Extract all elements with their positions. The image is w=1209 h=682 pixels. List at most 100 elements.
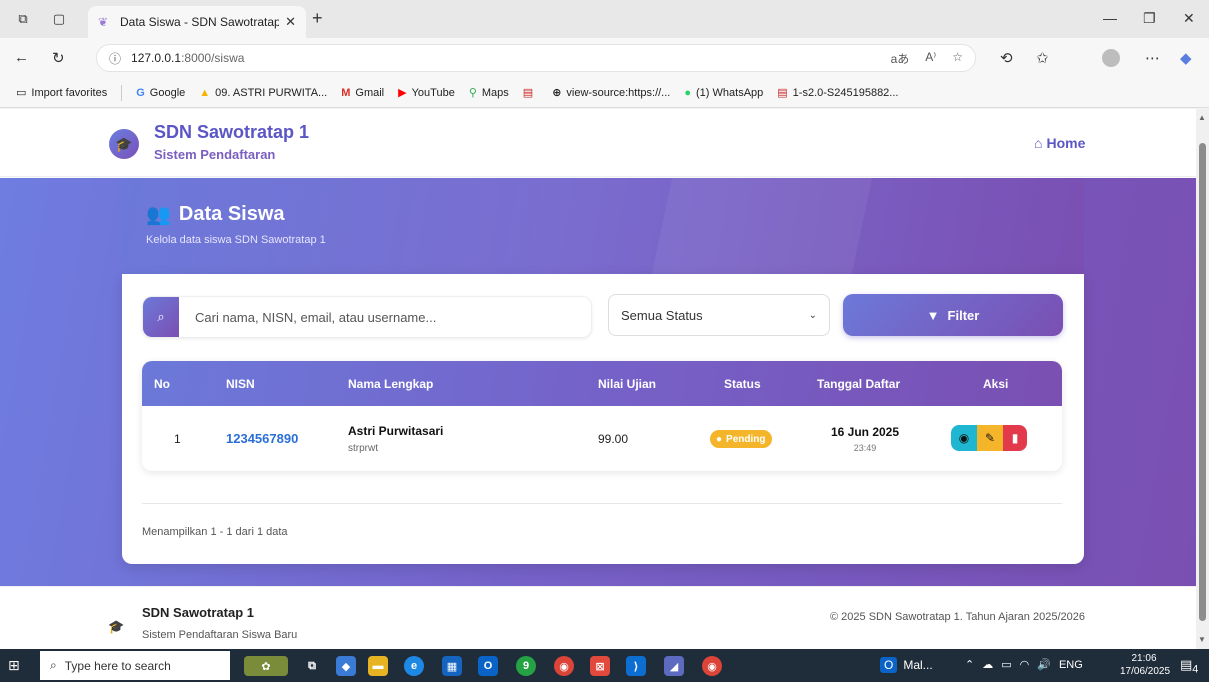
taskbar-search[interactable]: ⌕ Type here to search [40, 651, 230, 680]
site-favicon-icon: ❦ [98, 15, 109, 29]
chrome-icon[interactable]: ◉ [554, 656, 574, 676]
brand-name[interactable]: SDN Sawotratap 1 [154, 122, 309, 143]
more-menu-icon[interactable]: ⋯ [1145, 49, 1160, 67]
site-footer: 🎓 SDN Sawotratap 1 Sistem Pendaftaran Si… [0, 586, 1196, 649]
browser-tab-bar: ⧉ ▢ ❦ Data Siswa - SDN Sawotratap 1 ✕ + … [0, 0, 1209, 38]
minimize-icon[interactable]: — [1103, 10, 1117, 26]
tab-close-icon[interactable]: ✕ [285, 14, 296, 30]
students-table: No NISN Nama Lengkap Nilai Ujian Status … [142, 361, 1062, 471]
bookmark-google[interactable]: G Google [136, 87, 185, 99]
cell-nisn[interactable]: 1234567890 [226, 406, 298, 471]
edit-button[interactable]: ✎ [977, 425, 1003, 451]
address-bar[interactable]: ⓘ 127.0.0.1:8000/siswa aあ A⁾ ☆ [96, 44, 976, 72]
home-link[interactable]: ⌂ Home [1034, 135, 1085, 151]
footer-copyright: © 2025 SDN Sawotratap 1. Tahun Ajaran 20… [830, 611, 1085, 623]
view-button[interactable]: ◉ [951, 425, 977, 451]
row-actions: ◉ ✎ ▮ [951, 425, 1027, 451]
system-tray: ⌃ ☁ ▭ ◠ 🔊 ENG [965, 658, 1083, 672]
youtube-icon: ▶ [398, 87, 407, 99]
window-close-icon[interactable]: ✕ [1183, 10, 1195, 27]
notification-icon[interactable]: ▤4 [1180, 657, 1198, 676]
favorites-list-icon[interactable]: ✩ [1036, 49, 1049, 67]
language-indicator[interactable]: ENG [1059, 659, 1083, 671]
bookmark-view-source[interactable]: ⊕ view-source:https://... [552, 86, 670, 100]
users-icon: 👥 [146, 204, 171, 226]
scroll-up-icon[interactable]: ▲ [1198, 113, 1206, 122]
taskbar-mail-label: Mal... [903, 658, 933, 672]
read-aloud-icon[interactable]: A⁾ [925, 50, 936, 67]
notification-count: 4 [1192, 663, 1199, 676]
volume-icon[interactable]: 🔊 [1037, 658, 1051, 671]
bookmark-gmail[interactable]: M Gmail [341, 87, 384, 99]
store-icon[interactable]: ▦ [442, 656, 462, 676]
home-label: Home [1046, 135, 1086, 151]
new-tab-button[interactable]: + [312, 8, 323, 29]
reload-icon[interactable]: ↻ [52, 49, 65, 67]
filter-button[interactable]: ▼ Filter [843, 294, 1063, 336]
file-explorer-icon[interactable]: ▬ [368, 656, 388, 676]
copilot-icon[interactable]: ◆ [1180, 49, 1192, 67]
whatsapp-app-icon[interactable]: 9 [516, 656, 536, 676]
filter-icon: ▼ [926, 307, 940, 323]
th-status: Status [724, 376, 761, 391]
status-badge: ● Pending [710, 430, 772, 448]
delete-button[interactable]: ▮ [1003, 425, 1027, 451]
chevron-up-icon[interactable]: ⌃ [965, 658, 974, 671]
wifi-icon[interactable]: ◠ [1020, 658, 1030, 671]
student-username: strprwt [348, 442, 378, 454]
google-icon: G [136, 86, 145, 99]
taskbar-search-placeholder: Type here to search [64, 658, 171, 673]
back-icon[interactable]: ← [14, 49, 29, 66]
clock-icon: ● [716, 433, 723, 445]
tab-actions-icon[interactable]: ▢ [50, 10, 68, 28]
weather-widget-icon[interactable]: ✿ [244, 656, 288, 676]
taskbar-mail[interactable]: O Mal... [880, 657, 933, 673]
profile-avatar-icon[interactable] [1102, 49, 1120, 67]
browser-tab-active[interactable]: ❦ Data Siswa - SDN Sawotratap 1 ✕ [88, 6, 306, 38]
taskbar-clock[interactable]: 21:06 17/06/2025 [1120, 652, 1170, 678]
bookmark-youtube[interactable]: ▶ YouTube [398, 86, 455, 100]
battery-icon[interactable]: ▭ [1001, 658, 1011, 671]
windows-start-icon[interactable]: ⊞ [8, 657, 26, 675]
card-header: 👥 Data Siswa Kelola data siswa SDN Sawot… [122, 178, 1084, 274]
scroll-down-icon[interactable]: ▼ [1198, 635, 1206, 644]
restore-icon[interactable]: ❐ [1143, 10, 1156, 27]
table-row: 1 1234567890 Astri Purwitasari strprwt 9… [142, 406, 1062, 471]
bookmark-paper-pdf[interactable]: ▤ 1-s2.0-S245195882... [777, 86, 898, 100]
app-icon[interactable]: ⊠ [590, 656, 610, 676]
brand-subtitle: Sistem Pendaftaran [154, 147, 276, 162]
bookmark-pdf[interactable]: ▤ [523, 86, 538, 99]
search-icon: ⌕ [143, 297, 179, 337]
edge-icon[interactable]: e [404, 656, 424, 676]
outlook-icon[interactable]: O [478, 656, 498, 676]
translate-icon[interactable]: aあ [891, 50, 910, 67]
bookmark-whatsapp[interactable]: ● (1) WhatsApp [684, 87, 763, 99]
copilot-app-icon[interactable]: ◆ [336, 656, 356, 676]
extensions-icon[interactable]: ⟲ [1000, 49, 1013, 67]
site-info-icon[interactable]: ⓘ [109, 50, 121, 67]
home-icon: ⌂ [1034, 135, 1043, 151]
cell-no: 1 [174, 431, 181, 446]
bookmark-drive[interactable]: ▲ 09. ASTRI PURWITA... [199, 87, 327, 99]
th-tanggal: Tanggal Daftar [817, 376, 901, 391]
favorite-star-icon[interactable]: ☆ [952, 50, 963, 67]
chrome-profile-icon[interactable]: ◉ [702, 656, 722, 676]
whatsapp-icon: ● [684, 86, 692, 99]
status-select[interactable]: Semua Status ⌄ [608, 294, 830, 336]
url-path: :8000/siswa [181, 51, 245, 65]
scrollbar-thumb[interactable] [1199, 143, 1206, 621]
page-title: 👥 Data Siswa [146, 202, 285, 227]
cell-nilai: 99.00 [598, 431, 629, 446]
page-scrollbar[interactable]: ▲ ▼ [1196, 109, 1209, 649]
card-body: ⌕ Semua Status ⌄ ▼ Filter No NISN Nama L… [122, 274, 1084, 564]
bookmark-import-favorites[interactable]: ▭ Import favorites [16, 86, 107, 100]
vscode-icon[interactable]: ⟩ [626, 656, 646, 676]
graduation-cap-icon: 🎓 [109, 129, 139, 159]
app-icon[interactable]: ◢ [664, 656, 684, 676]
onedrive-icon[interactable]: ☁ [982, 658, 993, 671]
eye-icon: ◉ [958, 431, 970, 445]
bookmark-maps[interactable]: ⚲ Maps [469, 86, 509, 100]
search-input[interactable] [179, 297, 591, 337]
task-view-icon[interactable]: ⧉ [302, 656, 322, 676]
workspaces-icon[interactable]: ⧉ [14, 10, 32, 28]
